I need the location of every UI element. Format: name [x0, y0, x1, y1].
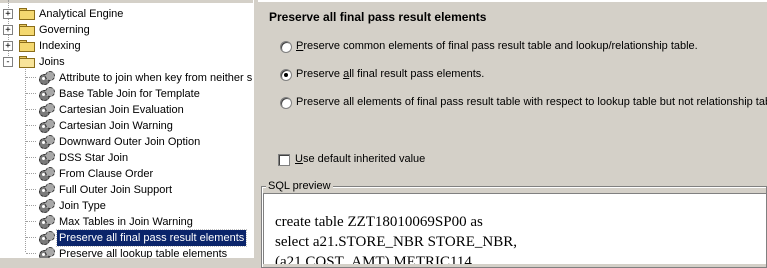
- tree-item-joins[interactable]: - Joins: [0, 54, 253, 70]
- tree-item-label: DSS Star Join: [59, 152, 129, 164]
- tree-item-label: From Clause Order: [59, 168, 154, 180]
- gears-icon: [39, 119, 55, 133]
- folder-icon: [19, 40, 35, 52]
- sql-preview-legend: SQL preview: [266, 180, 333, 192]
- folder-icon: [19, 24, 35, 36]
- tree-item-analytical-engine[interactable]: + Analytical Engine: [0, 6, 253, 22]
- collapse-icon[interactable]: -: [3, 57, 13, 67]
- tree-item-label: Max Tables in Join Warning: [59, 216, 193, 228]
- radio-preserve-common[interactable]: [280, 41, 292, 53]
- tree-item-label: Base Table Join for Template: [59, 88, 200, 100]
- expand-icon[interactable]: +: [3, 25, 13, 35]
- tree-item-full-outer-join[interactable]: Full Outer Join Support: [0, 182, 253, 198]
- tree-item-label: Join Type: [59, 200, 106, 212]
- radio-preserve-all-final[interactable]: [280, 69, 292, 81]
- tree-item-label: Cartesian Join Warning: [59, 120, 173, 132]
- radio-preserve-all-final-label[interactable]: Preserve all final result pass elements.: [296, 68, 484, 80]
- open-folder-icon: [19, 56, 35, 68]
- tree-item-label: Full Outer Join Support: [59, 184, 173, 196]
- use-default-checkbox[interactable]: [278, 154, 290, 166]
- gears-icon: [39, 87, 55, 101]
- tree-item-cartesian-join-evaluation[interactable]: Cartesian Join Evaluation: [0, 102, 253, 118]
- tree-top-edge: [0, 0, 253, 3]
- gears-icon: [39, 71, 55, 85]
- tree-item-governing[interactable]: + Governing: [0, 22, 253, 38]
- expand-icon[interactable]: +: [3, 41, 13, 51]
- tree-item-label: Governing: [39, 24, 90, 36]
- radio-selected-dot: [284, 73, 288, 77]
- sql-line: (a21.COST_AMT) METRIC114: [275, 254, 472, 264]
- gears-icon: [39, 167, 55, 181]
- tree-item-preserve-lookup[interactable]: Preserve all lookup table elements: [0, 246, 253, 258]
- tree-item-label: Indexing: [39, 40, 81, 52]
- sql-preview-box[interactable]: create table ZZT18010069SP00 as select a…: [263, 193, 766, 264]
- tree-item-attribute-to-join[interactable]: Attribute to join when key from neither …: [0, 70, 253, 86]
- sql-line: select a21.STORE_NBR STORE_NBR,: [275, 234, 517, 250]
- tree-item-base-table-join[interactable]: Base Table Join for Template: [0, 86, 253, 102]
- tree-item-dss-star-join[interactable]: DSS Star Join: [0, 150, 253, 166]
- radio-preserve-lookup-only-label[interactable]: Preserve all elements of final pass resu…: [296, 96, 767, 108]
- use-default-checkbox-label[interactable]: Use default inherited value: [295, 153, 425, 165]
- option-title: Preserve all final pass result elements: [269, 10, 487, 24]
- sql-line: create table ZZT18010069SP00 as: [275, 214, 483, 230]
- radio-preserve-common-label[interactable]: Preserve common elements of final pass r…: [296, 40, 698, 52]
- tree-item-join-type[interactable]: Join Type: [0, 198, 253, 214]
- tree-item-indexing[interactable]: + Indexing: [0, 38, 253, 54]
- expand-icon[interactable]: +: [3, 9, 13, 19]
- tree-item-label: Joins: [39, 56, 65, 68]
- tree-item-label: Preserve all lookup table elements: [59, 248, 228, 258]
- tree-item-downward-outer-join[interactable]: Downward Outer Join Option: [0, 134, 253, 150]
- gears-icon: [39, 199, 55, 213]
- gears-icon: [39, 247, 55, 258]
- settings-tree[interactable]: + Analytical Engine + Governing + Indexi…: [0, 0, 254, 258]
- tree-item-from-clause-order[interactable]: From Clause Order: [0, 166, 253, 182]
- tree-item-label: Analytical Engine: [39, 8, 124, 20]
- gears-icon: [39, 183, 55, 197]
- gears-icon: [39, 135, 55, 149]
- radio-preserve-lookup-only[interactable]: [280, 97, 292, 109]
- gears-icon: [39, 231, 55, 245]
- tree-item-max-tables-warning[interactable]: Max Tables in Join Warning: [0, 214, 253, 230]
- tree-item-label-selected: Preserve all final pass result elements: [55, 229, 248, 247]
- tree-item-label: Downward Outer Join Option: [59, 136, 201, 148]
- tree-item-label: Attribute to join when key from neither …: [59, 72, 253, 84]
- gears-icon: [39, 151, 55, 165]
- gears-icon: [39, 103, 55, 117]
- tree-item-preserve-final-pass[interactable]: Preserve all final pass result elements: [0, 229, 253, 247]
- gears-icon: [39, 215, 55, 229]
- folder-icon: [19, 8, 35, 20]
- tree-item-cartesian-join-warning[interactable]: Cartesian Join Warning: [0, 118, 253, 134]
- panel-top-edge: [258, 0, 767, 2]
- tree-item-label: Cartesian Join Evaluation: [59, 104, 184, 116]
